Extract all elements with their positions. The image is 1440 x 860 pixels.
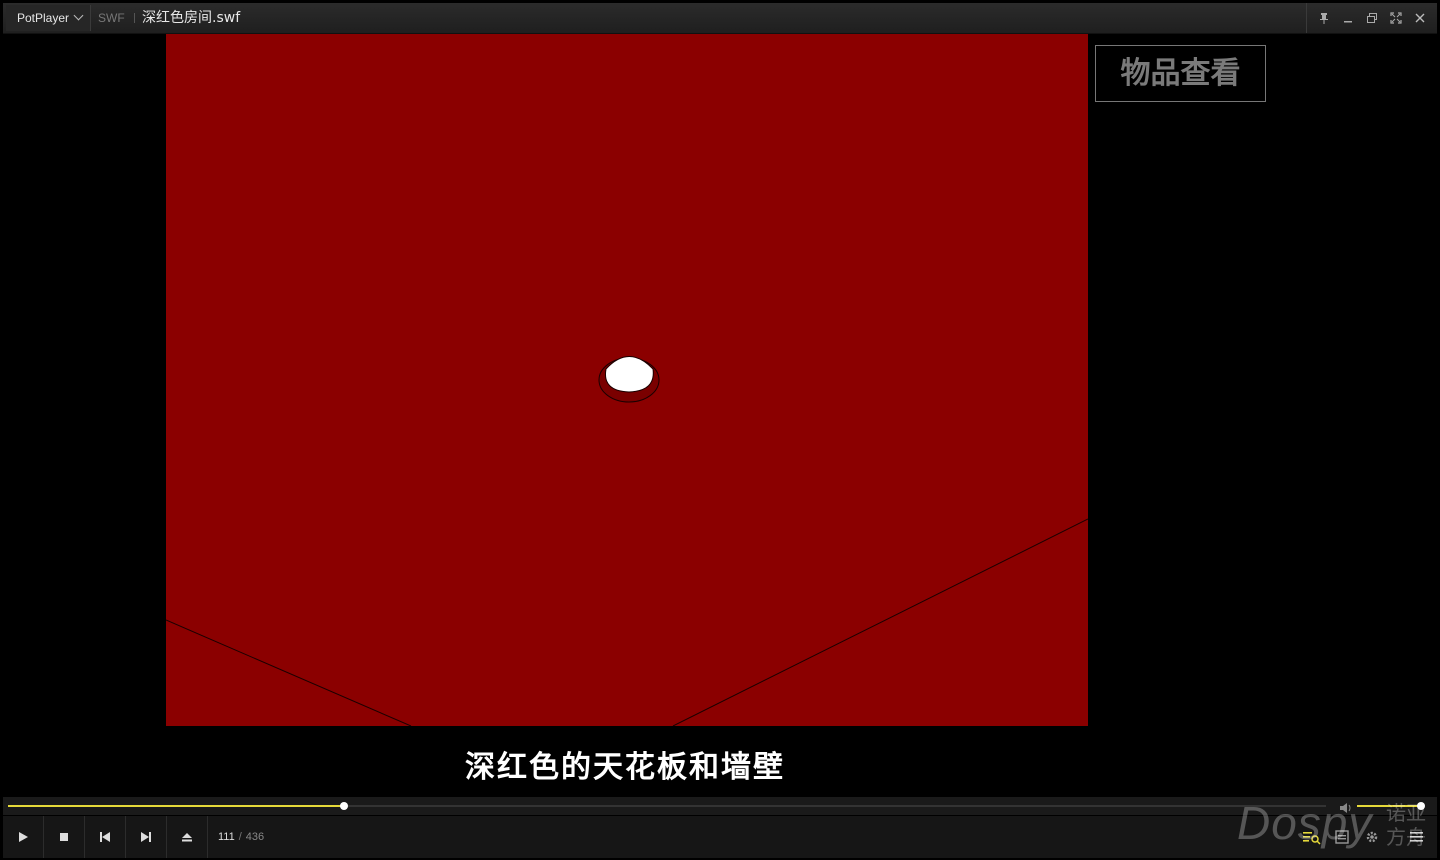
stop-button[interactable] <box>44 816 85 858</box>
seek-bar-progress <box>8 805 345 807</box>
restore-icon[interactable] <box>1364 10 1380 26</box>
scene-graphic <box>166 356 1088 726</box>
window-controls <box>1306 3 1437 33</box>
play-button[interactable] <box>3 816 44 858</box>
play-icon <box>19 832 28 842</box>
video-frame[interactable] <box>166 34 1088 726</box>
fullscreen-icon[interactable] <box>1388 10 1404 26</box>
current-frame: 111 <box>218 831 235 843</box>
watermark-logo: Dospy <box>1237 797 1373 849</box>
pin-icon[interactable] <box>1316 10 1332 26</box>
next-button[interactable] <box>126 816 167 858</box>
next-icon <box>141 832 151 842</box>
watermark-cn: 诺亚方舟 <box>1386 801 1426 849</box>
total-frames: 436 <box>245 831 265 843</box>
title-bar: PotPlayer SWF 深红色房间.swf <box>3 3 1437 34</box>
ceiling-lamp[interactable] <box>598 356 660 403</box>
item-view-button[interactable]: 物品查看 <box>1095 45 1266 102</box>
title-separator <box>134 13 135 23</box>
floor-edge-left <box>166 619 412 726</box>
app-name: PotPlayer <box>17 11 70 25</box>
eject-button[interactable] <box>167 816 208 858</box>
control-bar: 111/436 <box>3 816 1437 858</box>
file-name: 深红色房间.swf <box>142 10 241 26</box>
close-icon[interactable] <box>1412 10 1428 26</box>
eject-icon <box>182 833 192 842</box>
minimize-icon[interactable] <box>1340 10 1356 26</box>
chevron-down-icon <box>73 10 84 21</box>
previous-button[interactable] <box>85 816 126 858</box>
seek-bar[interactable] <box>8 802 1326 810</box>
stop-icon <box>60 833 68 841</box>
file-format-label: SWF <box>98 11 125 25</box>
app-menu-button[interactable]: PotPlayer <box>6 5 92 31</box>
subtitle-text: 深红色的天花板和墙壁 <box>465 750 785 785</box>
frame-counter: 111/436 <box>218 831 265 843</box>
previous-icon <box>100 832 110 842</box>
floor-edge-right <box>672 518 1088 726</box>
